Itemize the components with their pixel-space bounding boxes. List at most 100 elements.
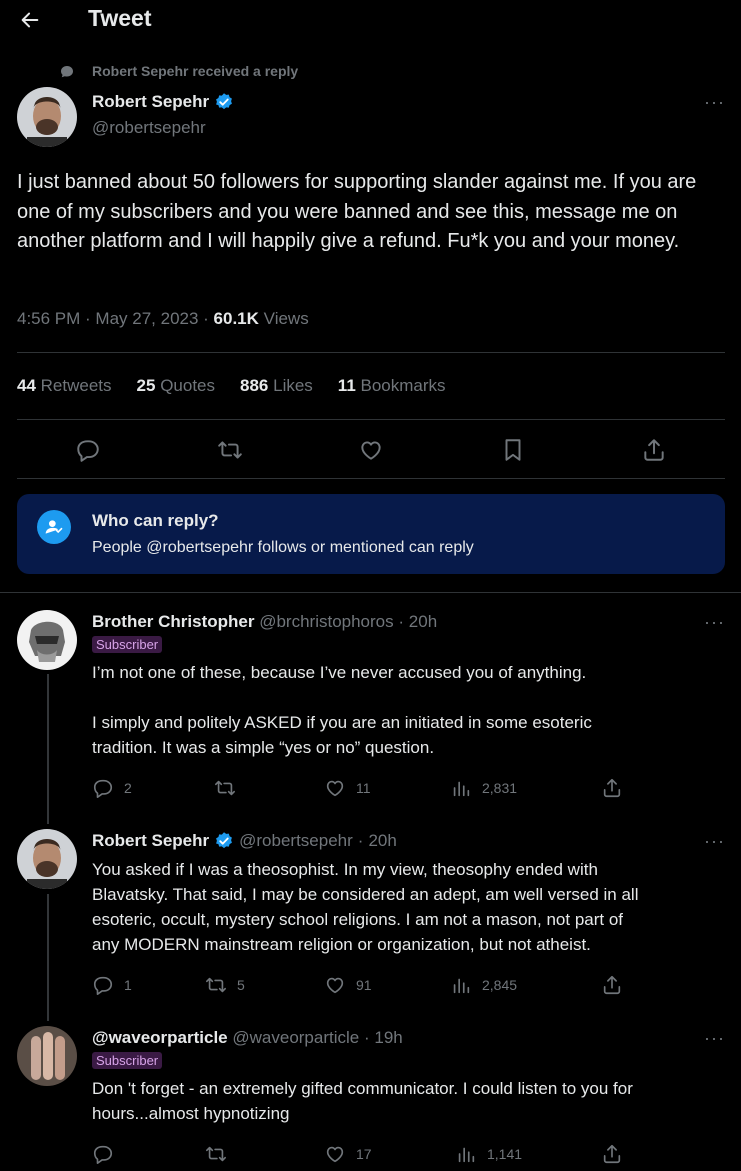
retweet-count: 5 [237, 977, 245, 993]
bar-chart-icon [453, 781, 470, 797]
more-options-button[interactable]: ··· [704, 92, 725, 113]
views-button[interactable]: 2,845 [450, 974, 517, 996]
verified-badge-icon [214, 92, 234, 112]
tweet-time[interactable]: 4:56 PM [17, 309, 80, 328]
share-button[interactable] [601, 1143, 623, 1165]
thread-line [47, 894, 49, 1021]
reply-count: 2 [124, 780, 132, 796]
bookmark-button[interactable] [499, 436, 527, 464]
reply-author-handle[interactable]: @waveorparticle [232, 1028, 359, 1047]
reply-text: I’m not one of these, because I’ve never… [92, 663, 592, 757]
reply-time[interactable]: 20h [409, 612, 437, 631]
retweet-icon [206, 977, 226, 993]
divider [17, 478, 725, 479]
bookmarks-stat[interactable]: 11 Bookmarks [338, 376, 446, 396]
more-options-button[interactable]: ··· [704, 831, 725, 852]
subscriber-badge: Subscriber [92, 1052, 163, 1069]
reply-icon [77, 440, 99, 462]
reply-author-name[interactable]: Robert Sepehr [92, 831, 209, 851]
verified-badge-icon [214, 831, 234, 851]
reply-icon [93, 1145, 113, 1164]
reply-icon [93, 976, 113, 995]
mention-user-icon [37, 510, 71, 544]
back-button[interactable] [12, 4, 48, 36]
divider [0, 592, 741, 593]
reply-time[interactable]: 19h [374, 1028, 402, 1047]
retweet-button[interactable]: 5 [205, 974, 245, 996]
like-button[interactable]: 91 [324, 974, 372, 996]
retweet-icon [218, 441, 242, 459]
reply-button[interactable] [92, 1143, 114, 1165]
speech-bubble-icon [58, 63, 76, 81]
view-count: 2,831 [482, 780, 518, 796]
reply-button[interactable] [74, 436, 102, 464]
retweets-stat[interactable]: 44 Retweets [17, 376, 112, 396]
arrow-left-icon [21, 12, 39, 28]
social-context: Robert Sepehr received a reply [92, 63, 299, 79]
reply-author-name[interactable]: Brother Christopher [92, 612, 254, 631]
view-count: 1,141 [487, 1146, 523, 1162]
reply-text: Don 't forget - an extremely gifted comm… [92, 1079, 633, 1123]
views-count: 60.1K [213, 309, 259, 328]
view-count: 2,845 [482, 977, 518, 993]
share-button[interactable] [601, 777, 623, 799]
subscriber-badge: Subscriber [92, 636, 163, 653]
reply-author-handle[interactable]: @robertsepehr [239, 831, 353, 851]
avatar[interactable] [17, 87, 77, 147]
avatar[interactable] [17, 829, 77, 889]
reply-author-name[interactable]: @waveorparticle [92, 1028, 228, 1047]
thread-line [47, 674, 49, 824]
divider [17, 352, 725, 353]
like-button[interactable]: 17 [324, 1143, 372, 1165]
share-icon [644, 439, 664, 461]
like-count: 91 [356, 977, 372, 993]
heart-icon [326, 977, 344, 994]
reply-author-handle[interactable]: @brchristophoros [259, 612, 393, 631]
share-icon [603, 778, 621, 798]
heart-icon [361, 441, 381, 460]
author-name[interactable]: Robert Sepehr [92, 92, 209, 112]
avatar[interactable] [17, 1026, 77, 1086]
who-can-reply-title: Who can reply? [92, 511, 219, 530]
views-button[interactable]: 2,831 [450, 777, 517, 799]
share-button[interactable] [601, 974, 623, 996]
reply-header: Robert Sepehr @robertsepehr · 20h [92, 831, 397, 851]
who-can-reply-subtitle: People @robertsepehr follows or mentione… [92, 539, 474, 556]
views-button[interactable]: 1,141 [455, 1143, 522, 1165]
reply-header: @waveorparticle @waveorparticle · 19h [92, 1028, 403, 1047]
views-label: Views [263, 309, 309, 328]
page-title: Tweet [88, 5, 152, 31]
retweet-button[interactable] [216, 436, 244, 464]
reply-button[interactable]: 2 [92, 777, 132, 799]
retweet-icon [215, 780, 235, 796]
reply-count: 1 [124, 977, 132, 993]
share-icon [603, 1144, 621, 1164]
retweet-button[interactable] [205, 1143, 227, 1165]
share-icon [603, 975, 621, 995]
share-button[interactable] [640, 436, 668, 464]
divider [17, 419, 725, 420]
reply-icon [93, 779, 113, 798]
author-handle[interactable]: @robertsepehr [92, 118, 206, 138]
retweet-button[interactable] [214, 777, 246, 799]
more-options-button[interactable]: ··· [704, 612, 725, 633]
tweet-stats: 44 Retweets 25 Quotes 886 Likes 11 Bookm… [17, 376, 471, 396]
tweet-date[interactable]: May 27, 2023 [95, 309, 198, 328]
heart-icon [326, 1146, 344, 1163]
reply-button[interactable]: 1 [92, 974, 132, 996]
reply-time[interactable]: 20h [368, 831, 396, 851]
more-options-button[interactable]: ··· [704, 1028, 725, 1049]
bar-chart-icon [458, 1147, 475, 1163]
retweet-icon [206, 1146, 226, 1162]
like-button[interactable] [357, 436, 385, 464]
avatar[interactable] [17, 610, 77, 670]
heart-icon [326, 780, 344, 797]
bookmark-icon [505, 439, 521, 461]
like-button[interactable]: 11 [324, 777, 371, 799]
likes-stat[interactable]: 886 Likes [240, 376, 313, 396]
tweet-meta: 4:56 PM · May 27, 2023 · 60.1K Views [17, 309, 309, 328]
tweet-text: I just banned about 50 followers for sup… [17, 171, 697, 252]
like-count: 17 [356, 1146, 372, 1162]
quotes-stat[interactable]: 25 Quotes [137, 376, 215, 396]
bar-chart-icon [453, 978, 470, 994]
